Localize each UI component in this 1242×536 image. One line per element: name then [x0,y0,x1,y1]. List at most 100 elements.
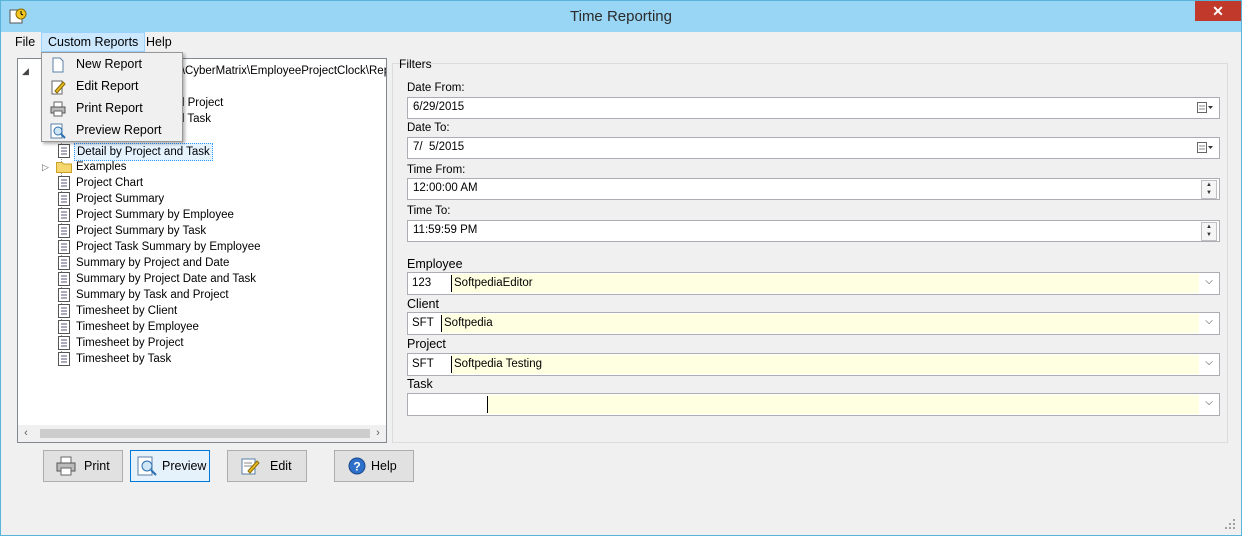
field-separator [451,275,452,292]
report-icon [58,320,70,334]
tree-item-label: Project Task Summary by Employee [76,241,261,253]
help-icon: ? [348,457,366,475]
date-to-picker[interactable]: 7/ 5/2015 [407,137,1220,159]
report-icon [58,288,70,302]
scroll-right-icon[interactable]: › [370,425,386,442]
report-icon [58,304,70,318]
task-name-field [487,395,1199,414]
task-combo[interactable]: ⌵ [407,393,1220,416]
report-icon [58,272,70,286]
time-to-label: Time To: [407,205,451,217]
scrollbar-thumb[interactable] [40,429,370,438]
date-from-picker[interactable]: 6/29/2015 [407,97,1220,119]
spin-down-icon[interactable]: ▼ [1202,189,1216,197]
print-button-label: Print [84,459,110,473]
preview-button-label: Preview [162,459,207,473]
date-from-label: Date From: [407,82,465,94]
report-icon [58,256,70,270]
edit-pencil-icon [51,80,66,95]
chevron-down-icon[interactable]: ⌵ [1202,316,1216,330]
title-bar: Time Reporting ✕ [1,1,1241,32]
employee-name-field [451,274,1199,293]
client-name: Softpedia [444,317,493,329]
tree-item-label: Examples [76,161,127,173]
spin-down-icon[interactable]: ▼ [1202,231,1216,239]
project-label: Project [407,337,446,351]
folder-icon [56,162,72,173]
employee-label: Employee [407,257,463,271]
menu-edit-report[interactable]: Edit Report [44,76,180,97]
chevron-down-icon[interactable]: ⌵ [1202,276,1216,290]
filters-title: Filters [399,57,432,71]
time-reporting-window: Time Reporting ✕ File Custom Reports Hel… [0,0,1242,536]
chevron-down-icon[interactable]: ⌵ [1202,397,1216,411]
menu-new-report[interactable]: New Report [44,54,180,75]
menu-custom-reports[interactable]: Custom Reports [41,32,146,52]
field-separator [441,315,442,332]
menu-bar: File Custom Reports Help [1,32,1241,52]
tree-item-label: Summary by Project and Date [76,257,230,269]
report-icon [58,224,70,238]
client-code: SFT [412,317,434,329]
menu-new-report-label: New Report [76,57,142,71]
time-from-spinner[interactable]: ▲ ▼ [1201,180,1217,199]
project-combo[interactable]: SFT Softpedia Testing ⌵ [407,353,1220,376]
scroll-left-icon[interactable]: ‹ [18,425,34,442]
tree-item-label: Project Chart [76,177,144,189]
time-from-value: 12:00:00 AM [413,182,478,194]
close-button[interactable]: ✕ [1195,1,1241,21]
project-code: SFT [412,358,434,370]
print-button[interactable]: Print [43,450,123,482]
chevron-down-icon[interactable]: ⌵ [1202,357,1216,371]
calendar-dropdown-icon[interactable] [1197,142,1213,154]
report-icon [58,352,70,366]
time-from-label: Time From: [407,164,466,176]
spin-up-icon[interactable]: ▲ [1202,181,1216,189]
tree-item-label: Timesheet by Client [76,305,178,317]
tree-item-label: Summary by Task and Project [76,289,229,301]
window-title: Time Reporting [570,8,672,25]
collapse-icon[interactable]: ◢ [22,63,29,79]
horizontal-scrollbar[interactable]: ‹ › [18,425,386,442]
new-document-icon [52,57,64,73]
printer-icon [56,456,76,476]
client-combo[interactable]: SFT Softpedia ⌵ [407,312,1220,335]
time-to-value: 11:59:59 PM [413,224,478,236]
project-name: Softpedia Testing [454,358,543,370]
report-icon [58,240,70,254]
calendar-dropdown-icon[interactable] [1197,102,1213,114]
svg-text:?: ? [353,460,360,474]
tree-item-partial[interactable]: d Project [178,95,223,111]
resize-grip-icon[interactable] [1225,519,1235,529]
project-name-field [451,355,1199,374]
menu-preview-report-label: Preview Report [76,123,162,137]
filters-group [392,63,1228,443]
time-to-spinner[interactable]: ▲ ▼ [1201,222,1217,241]
edit-button[interactable]: Edit [227,450,307,482]
spin-up-icon[interactable]: ▲ [1202,223,1216,231]
report-icon [58,144,70,158]
preview-button[interactable]: Preview [130,450,210,482]
help-button[interactable]: ? Help [334,450,414,482]
menu-help[interactable]: Help [140,32,178,52]
employee-combo[interactable]: 123 SoftpediaEditor ⌵ [407,272,1220,295]
time-to-input[interactable]: 11:59:59 PM ▲ ▼ [407,220,1220,242]
menu-print-report-label: Print Report [76,101,143,115]
tree-item-label: Timesheet by Task [76,353,172,365]
menu-preview-report[interactable]: Preview Report [44,120,180,141]
custom-reports-menu: New Report Edit Report Print Report Prev… [41,52,183,142]
employee-name: SoftpediaEditor [454,277,533,289]
task-label: Task [407,377,433,391]
report-icon [58,192,70,206]
tree-item-label: Project Summary [76,193,165,205]
edit-button-label: Edit [270,459,292,473]
report-icon [58,336,70,350]
edit-pencil-icon [241,458,260,475]
menu-file[interactable]: File [9,32,41,52]
menu-edit-report-label: Edit Report [76,79,139,93]
menu-print-report[interactable]: Print Report [44,98,180,119]
time-from-input[interactable]: 12:00:00 AM ▲ ▼ [407,178,1220,200]
field-separator [487,396,488,413]
expand-icon[interactable]: ▷ [42,159,49,175]
date-from-value: 6/29/2015 [413,101,465,113]
